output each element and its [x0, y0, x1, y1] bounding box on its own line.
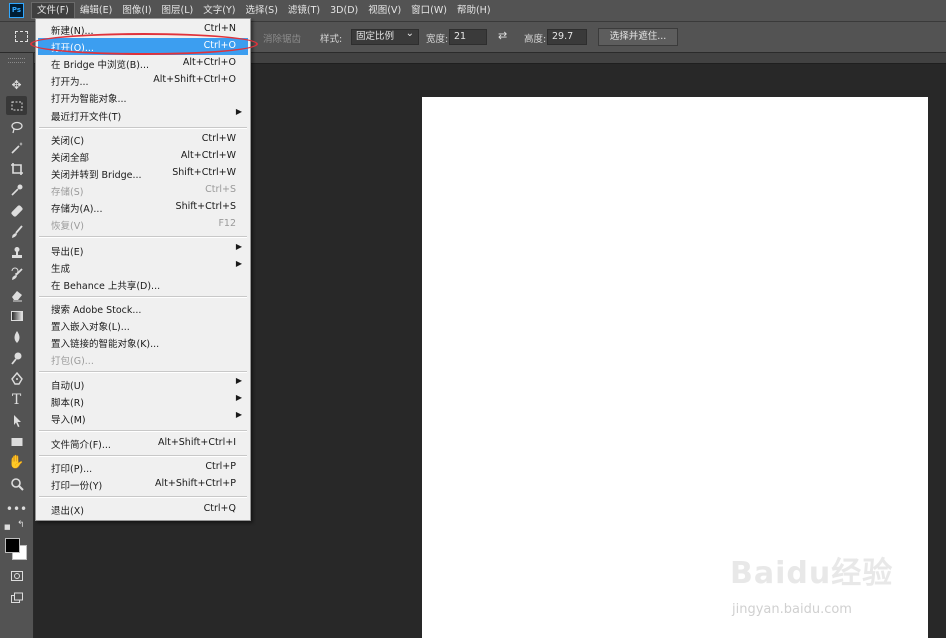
height-input[interactable]: 29.7	[547, 29, 587, 45]
menu-3d[interactable]: 3D(D)	[325, 2, 363, 19]
menu-item-close-all[interactable]: 关闭全部 Alt+Ctrl+W	[38, 148, 248, 165]
menu-item-package[interactable]: 打包(G)...	[38, 351, 248, 368]
tools-panel: ✥ T ✋ ••• ■ ↰	[0, 53, 34, 638]
style-label: 样式:	[320, 34, 343, 45]
lasso-tool-icon[interactable]	[6, 117, 27, 136]
submenu-arrow-icon: ▶	[235, 107, 242, 116]
width-label: 宽度:	[426, 34, 449, 45]
menu-view[interactable]: 视图(V)	[363, 2, 406, 19]
hand-tool-icon[interactable]: ✋	[6, 453, 27, 472]
menu-separator	[39, 296, 247, 298]
dodge-tool-icon[interactable]	[6, 348, 27, 367]
height-label: 高度:	[524, 34, 547, 45]
menu-separator	[39, 127, 247, 129]
menu-item-open-recent[interactable]: 最近打开文件(T) ▶	[38, 107, 248, 124]
menu-separator	[39, 455, 247, 457]
menu-image[interactable]: 图像(I)	[117, 2, 156, 19]
menu-item-close-and-go-to-bridge[interactable]: 关闭并转到 Bridge... Shift+Ctrl+W	[38, 165, 248, 182]
menu-item-automate[interactable]: 自动(U) ▶	[38, 376, 248, 393]
submenu-arrow-icon: ▶	[235, 242, 242, 251]
select-and-mask-button[interactable]: 选择并遮住...	[598, 28, 678, 46]
watermark-brand: Baidu经验	[730, 556, 894, 591]
swap-dimensions-icon[interactable]: ⇄	[498, 29, 507, 42]
type-tool-icon[interactable]: T	[6, 390, 27, 409]
rect-marquee-icon[interactable]	[15, 31, 28, 42]
path-selection-tool-icon[interactable]	[6, 411, 27, 430]
menu-item-scripts[interactable]: 脚本(R) ▶	[38, 393, 248, 410]
menu-item-search-adobe-stock[interactable]: 搜索 Adobe Stock...	[38, 300, 248, 317]
history-brush-tool-icon[interactable]	[6, 264, 27, 283]
foreground-color-swatch[interactable]	[5, 538, 20, 553]
screen-mode-icon[interactable]	[6, 588, 27, 607]
menu-file[interactable]: 文件(F)	[31, 2, 75, 19]
menu-separator	[39, 430, 247, 432]
eyedropper-tool-icon[interactable]	[6, 180, 27, 199]
menu-filter[interactable]: 滤镜(T)	[283, 2, 325, 19]
menu-item-close[interactable]: 关闭(C) Ctrl+W	[38, 131, 248, 148]
menu-window[interactable]: 窗口(W)	[406, 2, 452, 19]
submenu-arrow-icon: ▶	[235, 393, 242, 402]
crop-tool-icon[interactable]	[6, 159, 27, 178]
quick-mask-icon[interactable]	[6, 566, 27, 585]
style-select[interactable]: 固定比例	[351, 27, 419, 45]
menu-separator	[39, 496, 247, 498]
clone-stamp-tool-icon[interactable]	[6, 243, 27, 262]
annotation-ellipse	[30, 33, 258, 55]
menu-item-exit[interactable]: 退出(X) Ctrl+Q	[38, 501, 248, 518]
menu-select[interactable]: 选择(S)	[240, 2, 282, 19]
more-tools-icon[interactable]: •••	[6, 499, 27, 518]
menu-layer[interactable]: 图层(L)	[157, 2, 199, 19]
submenu-arrow-icon: ▶	[235, 259, 242, 268]
menu-item-revert[interactable]: 恢复(V) F12	[38, 216, 248, 233]
eraser-tool-icon[interactable]	[6, 285, 27, 304]
menu-edit[interactable]: 编辑(E)	[75, 2, 117, 19]
default-colors-icon[interactable]: ■	[4, 523, 11, 531]
width-input[interactable]: 21	[449, 29, 487, 45]
move-tool-icon[interactable]: ✥	[6, 75, 27, 94]
antialias-checkbox-label[interactable]: 消除锯齿	[263, 31, 301, 45]
photoshop-logo: Ps	[9, 3, 24, 18]
rect-marquee-tool-icon[interactable]	[6, 96, 27, 115]
menu-item-export[interactable]: 导出(E) ▶	[38, 242, 248, 259]
menu-item-generate[interactable]: 生成 ▶	[38, 259, 248, 276]
file-menu-dropdown: 新建(N)... Ctrl+N 打开(O)... Ctrl+O 在 Bridge 中…	[35, 18, 251, 521]
healing-brush-tool-icon[interactable]	[6, 201, 27, 220]
swap-colors-icon[interactable]: ↰	[17, 520, 25, 530]
watermark-url: jingyan.baidu.com	[732, 602, 852, 617]
brush-tool-icon[interactable]	[6, 222, 27, 241]
menu-item-open-as[interactable]: 打开为... Alt+Shift+Ctrl+O	[38, 72, 248, 89]
menu-item-file-info[interactable]: 文件简介(F)... Alt+Shift+Ctrl+I	[38, 435, 248, 452]
blur-tool-icon[interactable]	[6, 327, 27, 346]
menu-item-open-as-smart-object[interactable]: 打开为智能对象...	[38, 89, 248, 106]
menu-item-save[interactable]: 存储(S) Ctrl+S	[38, 182, 248, 199]
magic-wand-tool-icon[interactable]	[6, 138, 27, 157]
menu-item-share-on-behance[interactable]: 在 Behance 上共享(D)...	[38, 276, 248, 293]
menu-item-print-one-copy[interactable]: 打印一份(Y) Alt+Shift+Ctrl+P	[38, 476, 248, 493]
menu-help[interactable]: 帮助(H)	[452, 2, 496, 19]
pen-tool-icon[interactable]	[6, 369, 27, 388]
baidu-watermark: Baidu经验 jingyan.baidu.com	[730, 540, 930, 638]
panel-grip-icon[interactable]	[8, 58, 25, 63]
rectangle-tool-icon[interactable]	[6, 432, 27, 451]
menu-item-place-linked[interactable]: 置入链接的智能对象(K)...	[38, 334, 248, 351]
submenu-arrow-icon: ▶	[235, 376, 242, 385]
gradient-tool-icon[interactable]	[6, 306, 27, 325]
menu-item-save-as[interactable]: 存储为(A)... Shift+Ctrl+S	[38, 199, 248, 216]
menu-separator	[39, 371, 247, 373]
menu-item-browse-in-bridge[interactable]: 在 Bridge 中浏览(B)... Alt+Ctrl+O	[38, 55, 248, 72]
submenu-arrow-icon: ▶	[235, 410, 242, 419]
menu-separator	[39, 236, 247, 238]
menu-item-print[interactable]: 打印(P)... Ctrl+P	[38, 459, 248, 476]
zoom-tool-icon[interactable]	[6, 474, 27, 493]
menu-type[interactable]: 文字(Y)	[198, 2, 240, 19]
menu-item-place-embedded[interactable]: 置入嵌入对象(L)...	[38, 317, 248, 334]
menu-item-import[interactable]: 导入(M) ▶	[38, 410, 248, 427]
